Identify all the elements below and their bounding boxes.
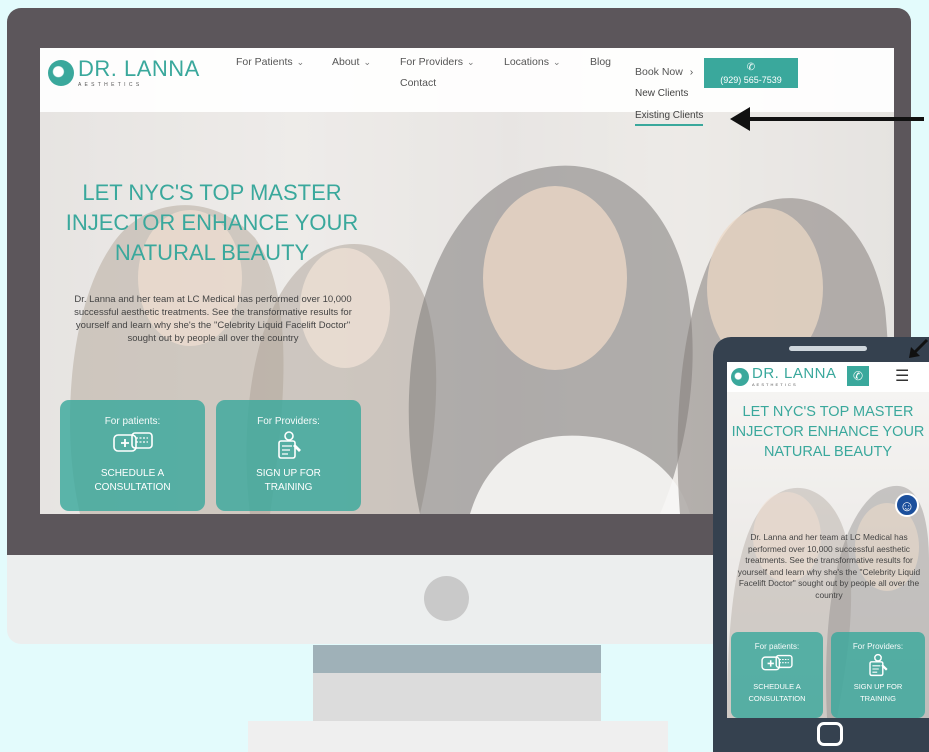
nav-label: For Providers [400, 56, 464, 68]
chevron-down-icon: ⌄ [552, 57, 561, 67]
phone-number: (929) 565-7539 [720, 75, 782, 85]
phone-speaker [789, 346, 867, 351]
chat-plus-icon [761, 654, 793, 671]
chevron-down-icon: ⌄ [467, 57, 475, 67]
mobile-hero-text: Dr. Lanna and her team at LC Medical has… [737, 532, 921, 600]
cta-main: SCHEDULE A CONSULTATION [94, 468, 171, 493]
chat-plus-icon [112, 432, 153, 452]
dropdown-existing-clients[interactable]: Existing Clients [635, 110, 704, 126]
nav-blog[interactable]: Blog [590, 56, 611, 68]
monitor-stand-base [248, 721, 668, 752]
brand-sub: A E S T H E T I C S [78, 82, 141, 88]
nav-label: Blog [590, 56, 612, 68]
logo-mark-icon [731, 367, 749, 386]
cta-main: SIGN UP FOR TRAINING [853, 682, 903, 703]
cta-main: SCHEDULE A CONSULTATION [748, 682, 806, 703]
cta-kicker: For Providers: [257, 416, 320, 427]
cta-kicker: For Providers: [852, 642, 904, 651]
nav-for-providers[interactable]: For Providers ⌄ [400, 56, 475, 68]
logo-mark-icon [48, 60, 74, 86]
menu-pointer-arrow-icon [909, 338, 929, 358]
cta-main: SIGN UP FOR TRAINING [256, 468, 321, 493]
cta-providers[interactable]: For Providers: SIGN UP FOR TRAINING [216, 400, 361, 511]
chevron-down-icon: ⌄ [363, 57, 371, 67]
chevron-right-icon: › [689, 66, 694, 78]
nav-book-now[interactable]: Book Now › [635, 66, 693, 78]
phone-icon: ✆ [746, 62, 756, 73]
chevron-down-icon: ⌄ [296, 57, 305, 67]
phone-button[interactable]: ✆ (929) 565-7539 [704, 58, 798, 88]
monitor-stand-neck [313, 673, 601, 721]
brand-name: DR. LANNA [78, 56, 200, 81]
nav-contact[interactable]: Contact [400, 77, 436, 89]
brand-name: DR. LANNA [752, 365, 837, 382]
nav-label: About [332, 56, 360, 68]
book-now-label: Book Now [635, 66, 683, 78]
mobile-cta-providers[interactable]: For Providers: SIGN UP FOR TRAINING [831, 632, 925, 718]
desktop-logo[interactable]: DR. LANNA A E S T H E T I C S [48, 58, 200, 88]
pointer-arrow-head-icon [730, 107, 750, 131]
training-icon [277, 431, 301, 459]
hero-title: LET NYC'S TOP MASTER INJECTOR ENHANCE YO… [65, 180, 359, 265]
power-button-icon [424, 576, 469, 621]
phone-home-button[interactable] [817, 722, 843, 746]
brand-sub: A E S T H E T I C S [752, 382, 797, 387]
training-icon [869, 653, 888, 677]
nav-label: For Patients [236, 56, 293, 68]
dropdown-new-clients[interactable]: New Clients [635, 88, 688, 99]
phone-icon: ✆ [852, 369, 864, 383]
nav-label: Locations [504, 56, 549, 68]
mobile-call-button[interactable]: ✆ [847, 366, 869, 386]
mobile-logo[interactable]: DR. LANNA A E S T H E T I C S [731, 366, 837, 387]
cta-patients[interactable]: For patients: SCHEDULE A CONSULTATION [60, 400, 205, 511]
accessibility-icon[interactable]: ☺ [895, 493, 919, 517]
cta-kicker: For patients: [754, 642, 800, 651]
nav-for-patients[interactable]: For Patients ⌄ [236, 56, 304, 68]
nav-about[interactable]: About ⌄ [332, 56, 371, 68]
cta-kicker: For patients: [104, 416, 161, 427]
hero-text: Dr. Lanna and her team at LC Medical has… [74, 294, 352, 344]
mobile-cta-patients[interactable]: For patients: SCHEDULE A CONSULTATION [731, 632, 823, 718]
pointer-arrow-line [748, 117, 924, 121]
mobile-hero-title: LET NYC'S TOP MASTER INJECTOR ENHANCE YO… [731, 404, 925, 460]
phone-screen: DR. LANNA A E S T H E T I C S ✆ ☰ LET NY… [727, 362, 929, 718]
nav-locations[interactable]: Locations ⌄ [504, 56, 561, 68]
hamburger-icon[interactable]: ☰ [895, 366, 909, 386]
monitor-stand-neck-top [313, 645, 601, 673]
